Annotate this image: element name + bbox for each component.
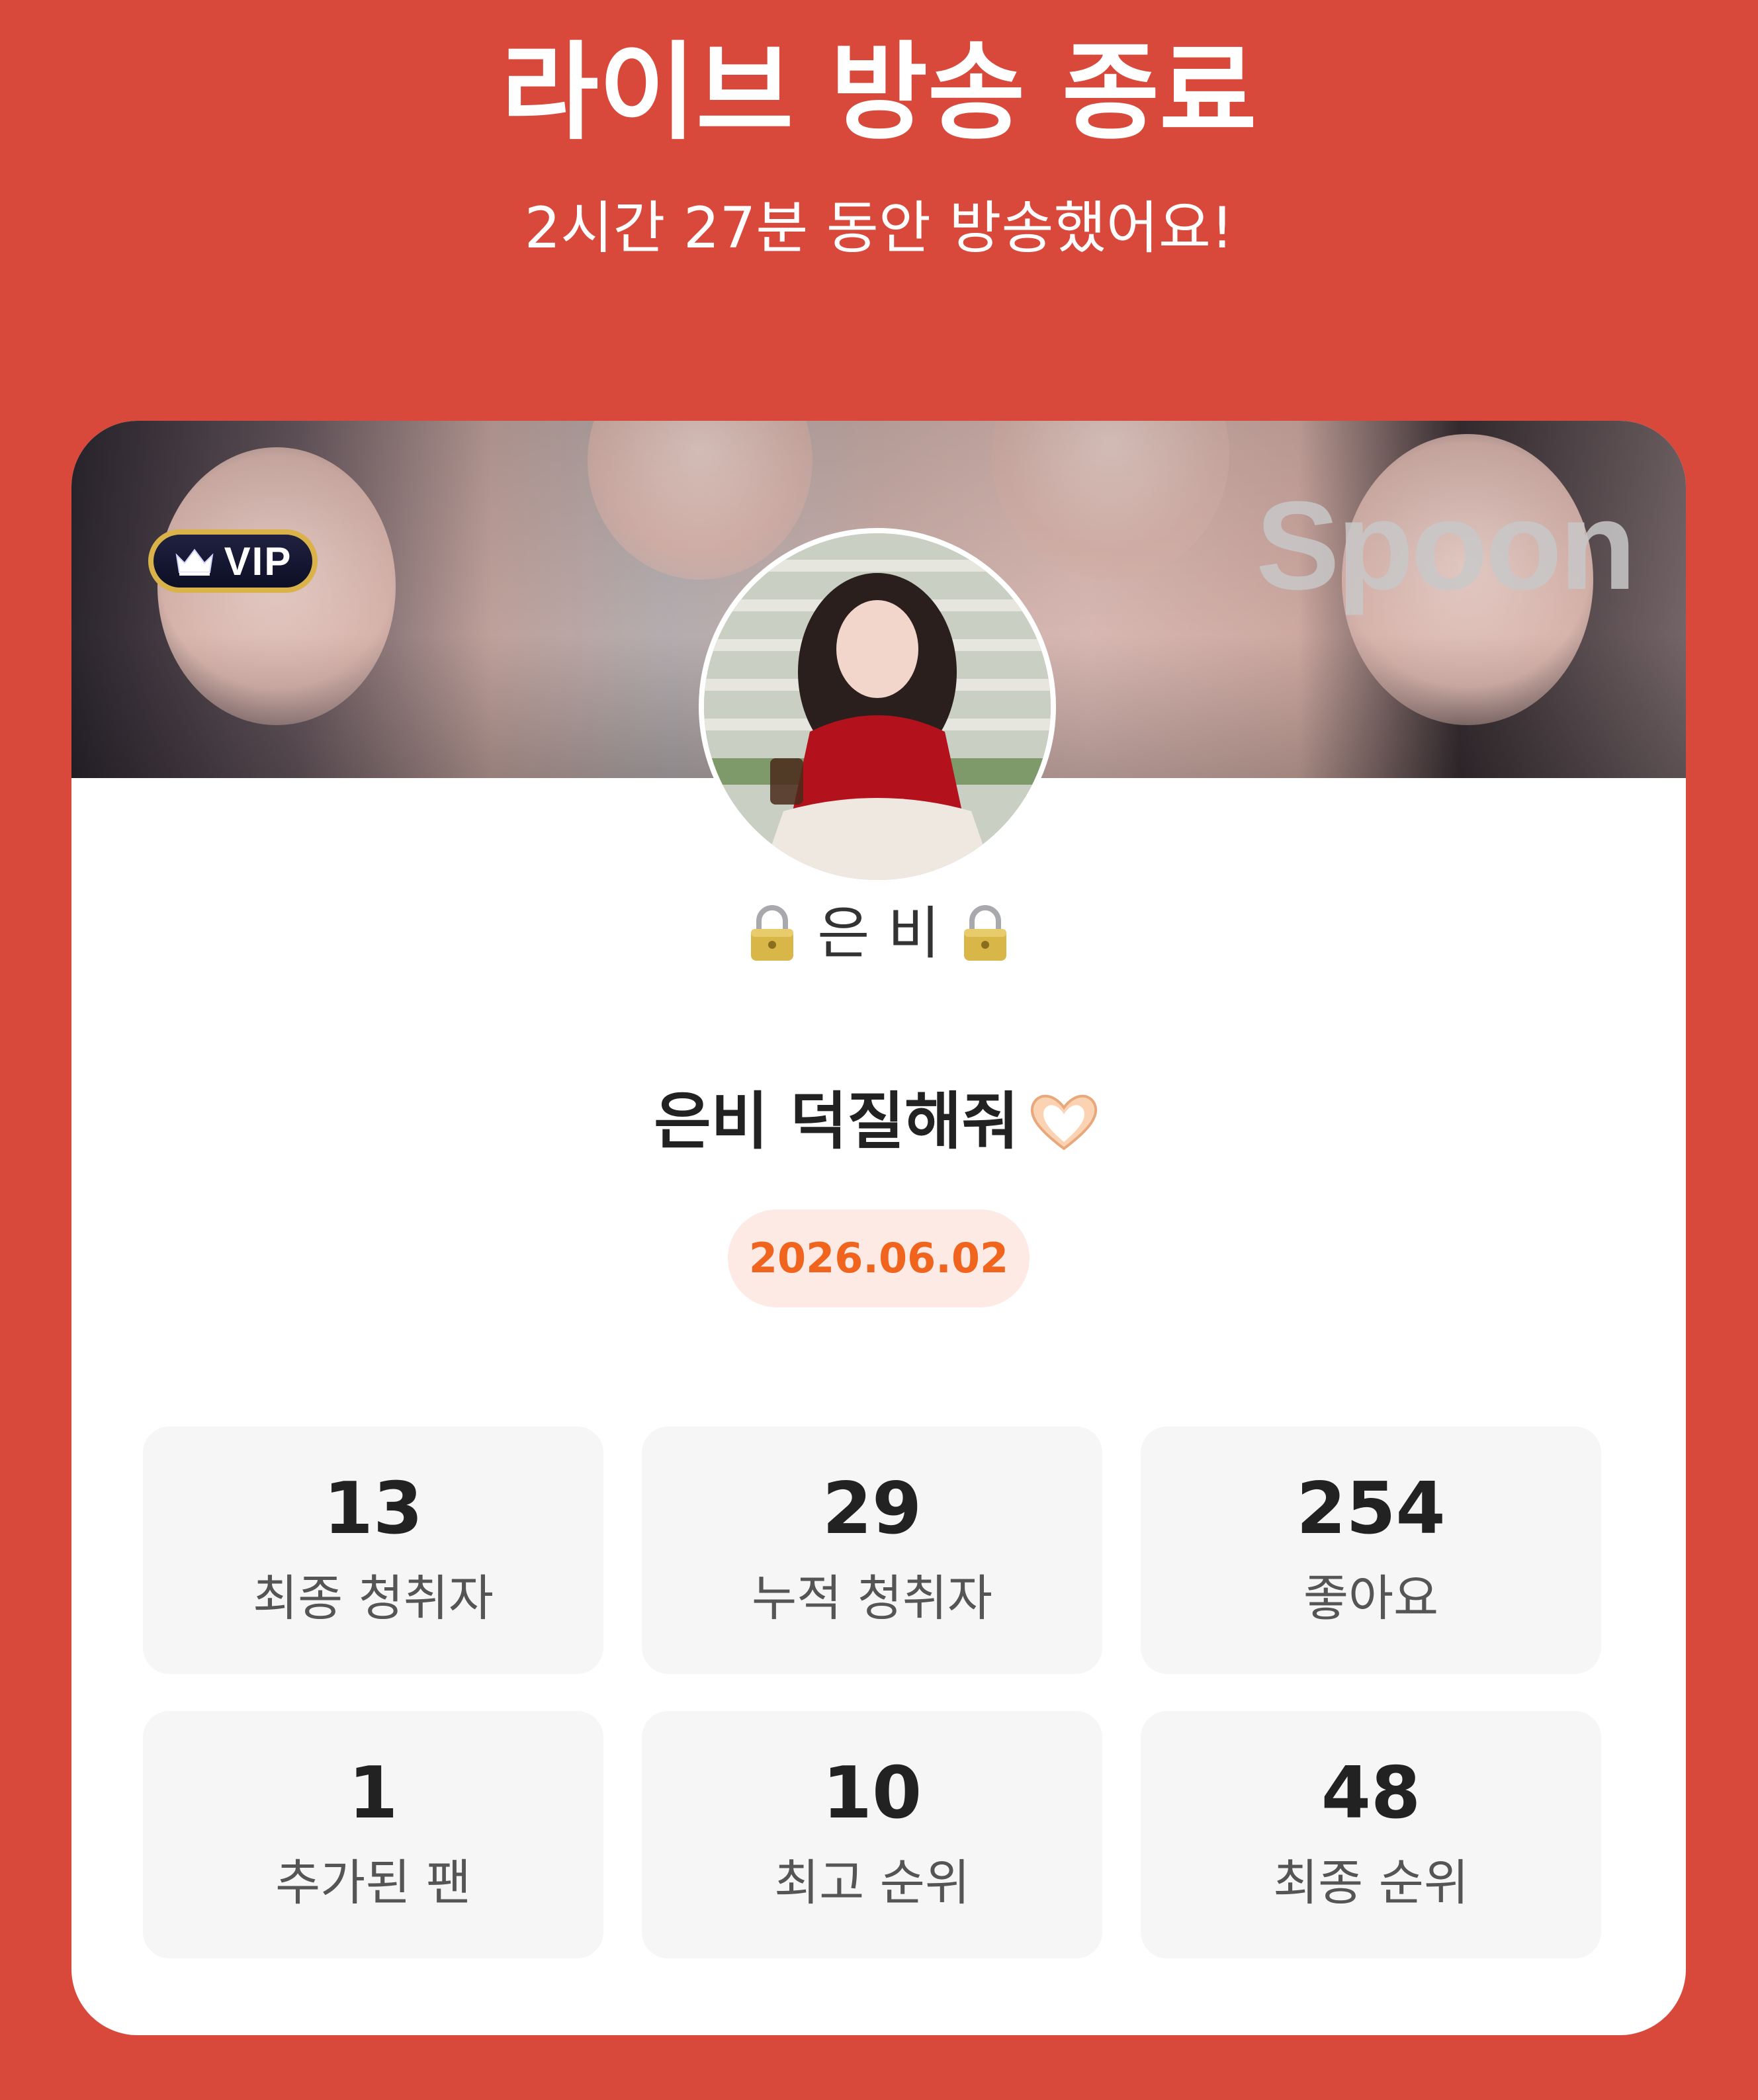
- stat-value: 10: [822, 1752, 922, 1835]
- stat-label: 좋아요: [1303, 1570, 1439, 1627]
- stat-label: 최고 순위: [774, 1855, 970, 1911]
- stat-value: 254: [1296, 1467, 1446, 1550]
- stat-total-listeners: 29 누적 청취자: [642, 1426, 1102, 1674]
- broadcast-title-row: 은비 덕질해줘: [71, 1082, 1686, 1162]
- broadcast-duration: 2시간 27분 동안 방송했어요!: [524, 195, 1234, 261]
- stat-final-rank: 48 최종 순위: [1141, 1711, 1601, 1958]
- lock-icon: [963, 905, 1006, 961]
- stat-final-listeners: 13 최종 청취자: [143, 1426, 603, 1674]
- broadcast-title: 은비 덕질해줘: [654, 1086, 1019, 1158]
- stat-value: 29: [822, 1467, 922, 1550]
- avatar-photo: [704, 533, 1051, 880]
- stat-label: 최종 청취자: [253, 1570, 494, 1627]
- crown-icon: [175, 548, 214, 576]
- stats-grid: 13 최종 청취자 29 누적 청취자 254 좋아요 1 추가된 팬 10 최…: [143, 1426, 1601, 1958]
- avatar[interactable]: [699, 528, 1056, 885]
- page-title: 라이브 방송 종료: [501, 30, 1257, 154]
- heart-hands-icon: [1030, 1094, 1097, 1151]
- stat-label: 누적 청취자: [752, 1570, 992, 1627]
- stat-label: 최종 순위: [1273, 1855, 1469, 1911]
- stat-value: 1: [348, 1752, 398, 1835]
- broadcast-summary-card: VIP Spoon 은 비 은비 덕질해줘 2026.06.02 13 최종 청…: [71, 421, 1686, 2035]
- nickname-text: 은 비: [817, 900, 940, 967]
- lock-icon: [751, 905, 794, 961]
- nickname-row: 은 비: [71, 897, 1686, 970]
- stat-value: 13: [323, 1467, 423, 1550]
- stat-label: 추가된 팬: [275, 1855, 471, 1911]
- stat-value: 48: [1321, 1752, 1421, 1835]
- stat-highest-rank: 10 최고 순위: [642, 1711, 1102, 1958]
- vip-label: VIP: [224, 539, 292, 584]
- spoon-logo: Spoon: [1256, 476, 1636, 616]
- broadcast-date-badge: 2026.06.02: [728, 1209, 1030, 1307]
- stat-new-fans: 1 추가된 팬: [143, 1711, 603, 1958]
- vip-badge: VIP: [148, 529, 318, 593]
- stat-likes: 254 좋아요: [1141, 1426, 1601, 1674]
